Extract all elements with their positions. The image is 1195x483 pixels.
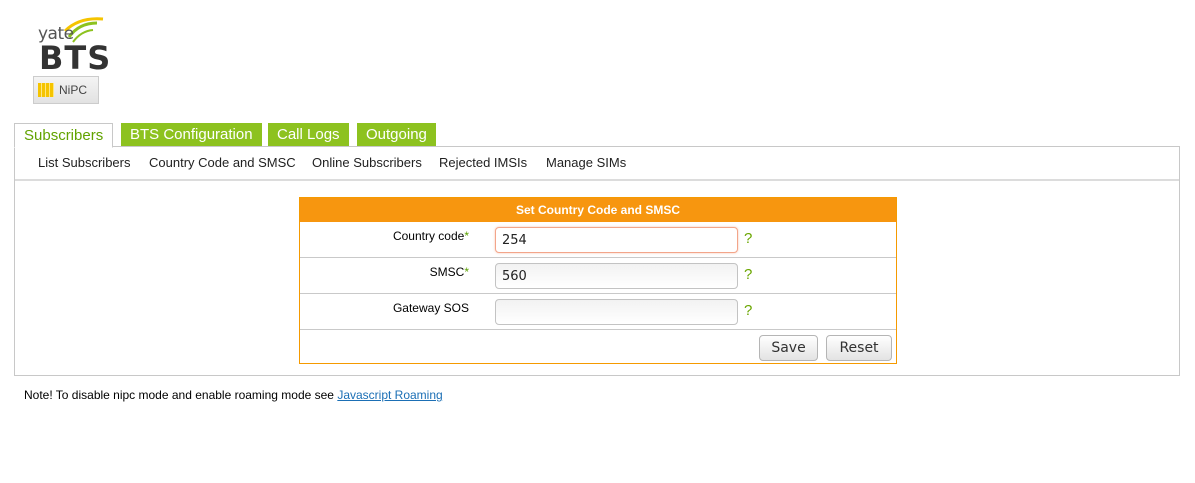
content-panel: List Subscribers Country Code and SMSC O… — [14, 146, 1180, 376]
country-code-smsc-form: Set Country Code and SMSC Country code* … — [299, 197, 897, 364]
subnav-rejected-imsis[interactable]: Rejected IMSIs — [439, 155, 527, 170]
gateway-sos-input[interactable] — [495, 299, 738, 325]
country-code-help-icon[interactable]: ? — [744, 230, 752, 247]
smsc-input[interactable] — [495, 263, 738, 289]
logo-nipc-text: NiPC — [59, 83, 88, 97]
tab-outgoing[interactable]: Outgoing — [357, 123, 436, 146]
sim-chip-icon — [38, 83, 54, 97]
subnav-manage-sims[interactable]: Manage SIMs — [546, 155, 626, 170]
save-button[interactable]: Save — [759, 335, 818, 361]
logo-nipc-badge: NiPC — [33, 76, 99, 104]
subnav-list-subscribers[interactable]: List Subscribers — [38, 155, 130, 170]
subnav-country-code-smsc[interactable]: Country Code and SMSC — [149, 155, 296, 170]
tab-call-logs[interactable]: Call Logs — [268, 123, 349, 146]
required-mark: * — [464, 229, 469, 243]
country-code-row: Country code* ? — [300, 222, 896, 258]
roaming-note: Note! To disable nipc mode and enable ro… — [24, 388, 443, 402]
gateway-sos-row: Gateway SOS ? — [300, 294, 896, 330]
tab-subscribers[interactable]: Subscribers — [14, 123, 114, 148]
country-code-input[interactable] — [495, 227, 738, 253]
javascript-roaming-link[interactable]: Javascript Roaming — [337, 388, 442, 402]
subscribers-subnav: List Subscribers Country Code and SMSC O… — [15, 147, 1179, 181]
smsc-label: SMSC* — [429, 265, 469, 279]
smsc-help-icon[interactable]: ? — [744, 266, 752, 283]
gateway-sos-help-icon[interactable]: ? — [744, 302, 752, 319]
reset-button[interactable]: Reset — [826, 335, 892, 361]
gateway-sos-label: Gateway SOS — [392, 301, 469, 315]
form-title: Set Country Code and SMSC — [300, 198, 896, 222]
required-mark: * — [464, 265, 469, 279]
country-code-label: Country code* — [392, 229, 469, 243]
smsc-row: SMSC* ? — [300, 258, 896, 294]
yatebts-logo: yate BTS NiPC — [33, 15, 112, 105]
tab-bts-configuration[interactable]: BTS Configuration — [121, 123, 262, 146]
subnav-online-subscribers[interactable]: Online Subscribers — [312, 155, 422, 170]
logo-bts-text: BTS — [39, 39, 112, 77]
form-buttons: Save Reset — [300, 330, 896, 363]
note-text: Note! To disable nipc mode and enable ro… — [24, 388, 338, 402]
